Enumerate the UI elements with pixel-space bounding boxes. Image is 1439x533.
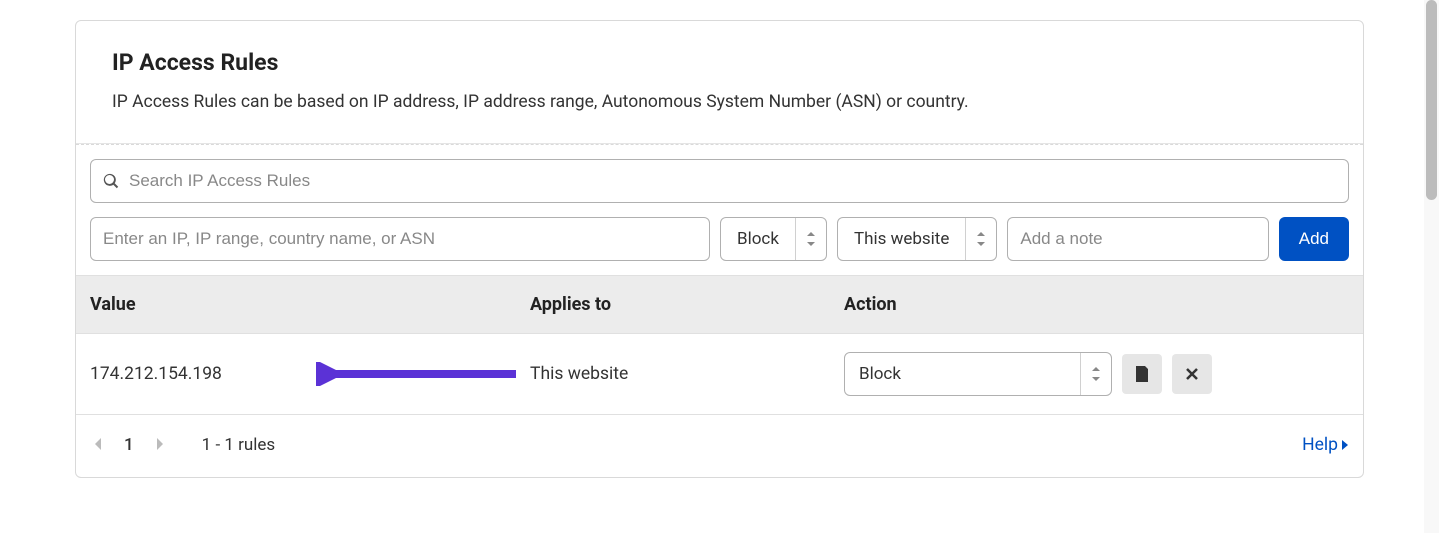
scrollbar-track[interactable] (1424, 0, 1439, 533)
panel-title: IP Access Rules (112, 49, 1327, 76)
row-action-select[interactable]: Block (844, 352, 1112, 396)
col-header-action: Action (830, 294, 1349, 315)
action-select[interactable]: Block (720, 217, 827, 261)
note-input-wrapper (1007, 217, 1268, 261)
scope-select-label: This website (838, 218, 966, 260)
rule-count: 1 - 1 rules (202, 435, 276, 455)
page-number: 1 (124, 435, 134, 455)
chevron-updown-icon (1081, 353, 1111, 395)
page-next-button[interactable] (152, 431, 168, 459)
delete-button[interactable] (1172, 354, 1212, 394)
chevron-left-icon (94, 438, 102, 450)
ip-access-rules-panel: IP Access Rules IP Access Rules can be b… (75, 20, 1364, 478)
chevron-right-icon (156, 438, 164, 450)
table-row: 174.212.154.198 This website Block (76, 334, 1363, 415)
row-action-label: Block (845, 353, 1081, 395)
ip-input[interactable] (103, 229, 697, 249)
note-input[interactable] (1020, 229, 1255, 249)
cell-action: Block (830, 352, 1349, 396)
help-label: Help (1302, 435, 1338, 455)
pagination: 1 1 - 1 rules (90, 431, 275, 459)
note-button[interactable] (1122, 354, 1162, 394)
cell-applies: This website (530, 364, 830, 384)
note-icon (1134, 366, 1150, 382)
panel-header: IP Access Rules IP Access Rules can be b… (76, 21, 1363, 144)
search-field-wrapper[interactable] (90, 159, 1349, 203)
chevron-right-icon (1342, 440, 1349, 450)
close-icon (1185, 367, 1199, 381)
panel-description: IP Access Rules can be based on IP addre… (112, 90, 1327, 115)
help-link[interactable]: Help (1302, 435, 1349, 455)
chevron-updown-icon (966, 218, 996, 260)
col-header-value: Value (90, 294, 530, 315)
search-icon (103, 173, 119, 189)
action-select-label: Block (721, 218, 796, 260)
add-rule-row: Block This website Add (90, 217, 1349, 261)
col-header-applies: Applies to (530, 294, 830, 315)
form-area: Block This website Add (76, 144, 1363, 275)
add-button[interactable]: Add (1279, 217, 1349, 261)
table-header-row: Value Applies to Action (76, 275, 1363, 334)
page-prev-button[interactable] (90, 431, 106, 459)
search-input[interactable] (129, 160, 1336, 202)
cell-value: 174.212.154.198 (90, 364, 530, 384)
scope-select[interactable]: This website (837, 217, 997, 261)
scrollbar-thumb[interactable] (1426, 0, 1437, 200)
chevron-updown-icon (796, 218, 826, 260)
ip-input-wrapper (90, 217, 710, 261)
panel-footer: 1 1 - 1 rules Help (76, 415, 1363, 477)
